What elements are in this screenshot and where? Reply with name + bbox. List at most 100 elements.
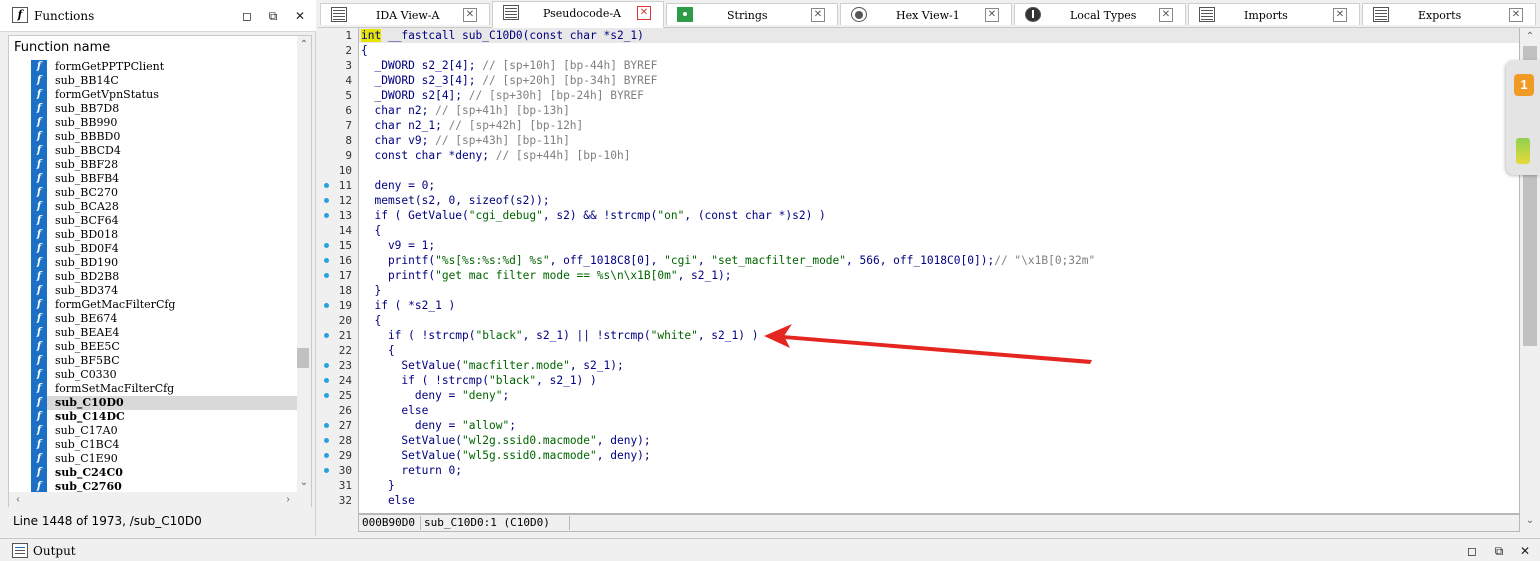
- breakpoint-marker-icon[interactable]: [324, 378, 329, 383]
- function-list-item[interactable]: f sub_BD190: [31, 256, 297, 270]
- code-line[interactable]: char n2_1; // [sp+42h] [bp-12h]: [359, 118, 1519, 133]
- code-line[interactable]: _DWORD s2[4]; // [sp+30h] [bp-24h] BYREF: [359, 88, 1519, 103]
- code-line[interactable]: if ( !strcmp("black", s2_1) || !strcmp("…: [359, 328, 1519, 343]
- scroll-up-icon[interactable]: ⌃: [297, 38, 311, 52]
- function-list-item[interactable]: f sub_C2760: [31, 480, 297, 492]
- code-line[interactable]: else: [359, 493, 1519, 508]
- tab-hex-view-1[interactable]: Hex View-1 ✕: [840, 3, 1012, 25]
- function-list-item[interactable]: f sub_BBF28: [31, 158, 297, 172]
- notification-badge[interactable]: 1: [1514, 74, 1534, 96]
- side-overlay-widget[interactable]: 1: [1506, 60, 1540, 175]
- breakpoint-marker-icon[interactable]: [324, 423, 329, 428]
- code-line[interactable]: printf("get mac filter mode == %s\n\x1B[…: [359, 268, 1519, 283]
- function-list-item[interactable]: f sub_BD374: [31, 284, 297, 298]
- code-line[interactable]: }: [359, 283, 1519, 298]
- breakpoint-marker-icon[interactable]: [324, 273, 329, 278]
- breakpoint-marker-icon[interactable]: [324, 258, 329, 263]
- breakpoint-marker-icon[interactable]: [324, 393, 329, 398]
- code-line[interactable]: printf("%s[%s:%s:%d] %s", off_1018C8[0],…: [359, 253, 1519, 268]
- close-icon[interactable]: ✕: [293, 9, 307, 23]
- function-list-item[interactable]: f sub_BEE5C: [31, 340, 297, 354]
- breakpoint-marker-icon[interactable]: [324, 438, 329, 443]
- function-list-item[interactable]: f sub_C24C0: [31, 466, 297, 480]
- breakpoint-marker-icon[interactable]: [324, 213, 329, 218]
- code-line[interactable]: SetValue("macfilter.mode", s2_1);: [359, 358, 1519, 373]
- scroll-right-icon[interactable]: ›: [281, 493, 295, 507]
- close-icon[interactable]: ✕: [1518, 544, 1532, 558]
- tab-imports[interactable]: Imports ✕: [1188, 3, 1360, 25]
- function-list-item[interactable]: f sub_C1BC4: [31, 438, 297, 452]
- function-list-item[interactable]: f sub_BE674: [31, 312, 297, 326]
- scroll-up-icon[interactable]: ⌃: [1523, 30, 1537, 44]
- code-line[interactable]: const char *deny; // [sp+44h] [bp-10h]: [359, 148, 1519, 163]
- minimize-icon[interactable]: ◻: [240, 9, 254, 23]
- minimize-icon[interactable]: ◻: [1465, 544, 1479, 558]
- function-list-scroll-thumb[interactable]: [297, 348, 309, 368]
- breakpoint-marker-icon[interactable]: [324, 198, 329, 203]
- function-list-item[interactable]: f sub_BB990: [31, 116, 297, 130]
- function-list[interactable]: Function name f formGetPPTPClient f sub_BB1…: [8, 35, 312, 508]
- function-list-item[interactable]: f formGetPPTPClient: [31, 60, 297, 74]
- function-list-item[interactable]: f sub_BBBD0: [31, 130, 297, 144]
- tab-close-icon[interactable]: ✕: [1333, 8, 1347, 22]
- scroll-down-icon[interactable]: ⌄: [297, 476, 311, 490]
- code-line[interactable]: SetValue("wl2g.ssid0.macmode", deny);: [359, 433, 1519, 448]
- function-list-item[interactable]: f sub_BCA28: [31, 200, 297, 214]
- code-line[interactable]: memset(s2, 0, sizeof(s2));: [359, 193, 1519, 208]
- tab-close-icon[interactable]: ✕: [811, 8, 825, 22]
- code-line[interactable]: else: [359, 403, 1519, 418]
- function-list-item[interactable]: f sub_BCF64: [31, 214, 297, 228]
- breakpoint-marker-icon[interactable]: [324, 333, 329, 338]
- code-line[interactable]: v9 = 1;: [359, 238, 1519, 253]
- function-list-item[interactable]: f sub_C14DC: [31, 410, 297, 424]
- function-list-hscrollbar[interactable]: ‹ ›: [9, 492, 311, 508]
- code-line[interactable]: _DWORD s2_2[4]; // [sp+10h] [bp-44h] BYR…: [359, 58, 1519, 73]
- code-line[interactable]: deny = "deny";: [359, 388, 1519, 403]
- code-line[interactable]: {: [359, 43, 1519, 58]
- function-list-vscrollbar[interactable]: ⌃ ⌄: [297, 36, 311, 492]
- breakpoint-marker-icon[interactable]: [324, 363, 329, 368]
- code-line[interactable]: if ( GetValue("cgi_debug", s2) && !strcm…: [359, 208, 1519, 223]
- restore-icon[interactable]: ⧉: [1492, 544, 1506, 558]
- pseudocode-view[interactable]: int __fastcall sub_C10D0(const char *s2_…: [358, 28, 1520, 514]
- function-list-item[interactable]: f sub_BD0F4: [31, 242, 297, 256]
- tab-close-icon[interactable]: ✕: [637, 6, 651, 20]
- code-line[interactable]: if ( !strcmp("black", s2_1) ): [359, 373, 1519, 388]
- function-list-item[interactable]: f formGetMacFilterCfg: [31, 298, 297, 312]
- code-line[interactable]: SetValue("wl5g.ssid0.macmode", deny);: [359, 448, 1519, 463]
- function-list-item[interactable]: f sub_C1E90: [31, 452, 297, 466]
- code-line[interactable]: deny = "allow";: [359, 418, 1519, 433]
- tab-exports[interactable]: Exports ✕: [1362, 3, 1536, 25]
- code-line[interactable]: {: [359, 223, 1519, 238]
- code-line[interactable]: int __fastcall sub_C10D0(const char *s2_…: [359, 28, 1519, 43]
- tab-close-icon[interactable]: ✕: [1159, 8, 1173, 22]
- function-list-item[interactable]: f sub_BC270: [31, 186, 297, 200]
- function-list-item[interactable]: f formSetMacFilterCfg: [31, 382, 297, 396]
- function-list-item[interactable]: f sub_BBCD4: [31, 144, 297, 158]
- code-line[interactable]: char n2; // [sp+41h] [bp-13h]: [359, 103, 1519, 118]
- scroll-down-icon[interactable]: ⌄: [1523, 514, 1537, 528]
- function-list-item[interactable]: f sub_BD2B8: [31, 270, 297, 284]
- function-list-item[interactable]: f sub_BBFB4: [31, 172, 297, 186]
- tab-ida-view-a[interactable]: IDA View-A ✕: [320, 3, 490, 25]
- code-line[interactable]: {: [359, 313, 1519, 328]
- code-line[interactable]: {: [359, 343, 1519, 358]
- function-list-item[interactable]: f formGetVpnStatus: [31, 88, 297, 102]
- scroll-left-icon[interactable]: ‹: [11, 493, 25, 507]
- function-list-item[interactable]: f sub_C17A0: [31, 424, 297, 438]
- tab-pseudocode-a[interactable]: Pseudocode-A ✕: [492, 1, 664, 28]
- tab-local-types[interactable]: Local Types ✕: [1014, 3, 1186, 25]
- code-line[interactable]: deny = 0;: [359, 178, 1519, 193]
- breakpoint-marker-icon[interactable]: [324, 243, 329, 248]
- function-list-item[interactable]: f sub_BF5BC: [31, 354, 297, 368]
- function-list-item[interactable]: f sub_BD018: [31, 228, 297, 242]
- function-list-item[interactable]: f sub_C0330: [31, 368, 297, 382]
- breakpoint-marker-icon[interactable]: [324, 303, 329, 308]
- breakpoint-marker-icon[interactable]: [324, 183, 329, 188]
- restore-icon[interactable]: ⧉: [266, 9, 280, 23]
- tab-close-icon[interactable]: ✕: [463, 8, 477, 22]
- code-line[interactable]: }: [359, 478, 1519, 493]
- function-list-item[interactable]: f sub_C10D0: [31, 396, 297, 410]
- tab-close-icon[interactable]: ✕: [985, 8, 999, 22]
- code-line[interactable]: _DWORD s2_3[4]; // [sp+20h] [bp-34h] BYR…: [359, 73, 1519, 88]
